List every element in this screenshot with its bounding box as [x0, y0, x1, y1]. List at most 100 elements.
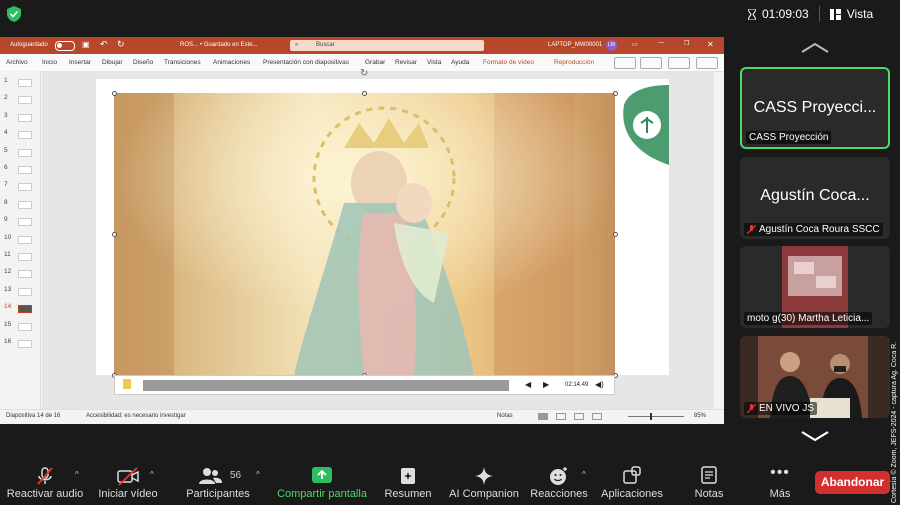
slide-thumbnail[interactable]: 10 [4, 234, 38, 246]
slide-thumbnail[interactable]: 4 [4, 129, 38, 141]
slide-number: 9 [4, 216, 8, 224]
powerpoint-title-bar: Autoguardado ▣ ↶ ↻ ROS... • Guardado en … [0, 37, 724, 54]
volume-icon[interactable]: ◀) [595, 380, 604, 389]
scroll-down-icon[interactable] [800, 430, 830, 442]
forward-icon[interactable]: ▶ [543, 380, 549, 389]
reading-view-icon[interactable] [574, 413, 584, 420]
participants-chevron-icon[interactable]: ^ [256, 470, 260, 479]
record-button[interactable] [640, 57, 662, 69]
resize-handle[interactable] [613, 232, 618, 237]
slide-thumbnail[interactable]: 5 [4, 147, 38, 159]
comments-button[interactable] [614, 57, 636, 69]
view-button[interactable]: Vista [847, 7, 873, 21]
summary-button[interactable]: Resumen [380, 462, 436, 505]
menu-inicio[interactable]: Inicio [42, 59, 57, 66]
participant-tile[interactable]: Agustín Coca... Agustín Coca Roura SSCC [740, 157, 890, 239]
menu-archivo[interactable]: Archivo [6, 59, 28, 66]
avatar[interactable]: LM [606, 40, 617, 51]
slide-thumbnail[interactable]: 9 [4, 216, 38, 228]
menu-dibujar[interactable]: Dibujar [102, 59, 123, 66]
close-icon[interactable]: ✕ [707, 40, 714, 49]
undo-icon[interactable]: ↶ [100, 39, 108, 50]
rotate-handle-icon[interactable]: ↻ [360, 68, 368, 79]
grid-view-icon[interactable] [829, 8, 841, 20]
sorter-view-icon[interactable] [556, 413, 566, 420]
zoom-slider[interactable] [628, 416, 684, 417]
resize-handle[interactable] [112, 91, 117, 96]
maximize-icon[interactable]: ❐ [684, 40, 689, 47]
start-video-button[interactable]: Iniciar vídeo [92, 462, 164, 505]
menu-transiciones[interactable]: Transiciones [164, 59, 201, 66]
participant-tile[interactable]: EN VIVO JS [740, 336, 890, 418]
meeting-timer: 01:09:03 [762, 7, 809, 21]
reactions-chevron-icon[interactable]: ^ [582, 470, 586, 479]
scroll-up-icon[interactable] [800, 42, 830, 54]
shield-icon[interactable] [7, 6, 21, 22]
slide-thumbnail[interactable]: 14 [4, 303, 38, 315]
video-options-chevron-icon[interactable]: ^ [150, 470, 154, 479]
slide-thumbnail[interactable]: 11 [4, 251, 38, 263]
slide-thumbnail[interactable]: 6 [4, 164, 38, 176]
resize-handle[interactable] [362, 91, 367, 96]
unmute-button[interactable]: Reactivar audio [4, 462, 86, 505]
normal-view-icon[interactable] [538, 413, 548, 420]
slide-thumbnail[interactable]: 15 [4, 321, 38, 333]
slide-thumbnail[interactable]: 2 [4, 94, 38, 106]
autosave-toggle[interactable] [55, 41, 75, 51]
slide-thumbnail[interactable]: 3 [4, 112, 38, 124]
hourglass-icon [748, 8, 756, 20]
ai-companion-button[interactable]: AI Companion [446, 462, 522, 505]
menu-grabar[interactable]: Grabar [365, 59, 385, 66]
slideshow-view-icon[interactable] [592, 413, 602, 420]
slide-thumbnail[interactable]: 12 [4, 268, 38, 280]
menu-animaciones[interactable]: Animaciones [213, 59, 250, 66]
menu-revisar[interactable]: Revisar [395, 59, 417, 66]
slide-number: 14 [4, 303, 12, 311]
ribbon-icon[interactable]: ▭ [632, 41, 638, 48]
minimize-icon[interactable]: — [658, 40, 664, 46]
share-screen-icon [312, 467, 332, 483]
slide-number: 4 [4, 129, 8, 137]
redo-icon[interactable]: ↻ [117, 39, 125, 50]
participant-tile[interactable]: moto g(30) Martha Leticia... [740, 246, 890, 328]
menu-reproduccion[interactable]: Reproducción [554, 59, 594, 66]
slide-thumbnail[interactable]: 8 [4, 199, 38, 211]
resize-handle[interactable] [613, 91, 618, 96]
menu-insertar[interactable]: Insertar [69, 59, 91, 66]
autosave-label: Autoguardado [10, 42, 48, 48]
zoom-thumb[interactable] [650, 413, 652, 420]
participants-button[interactable]: 56 Participantes [182, 462, 254, 505]
play-icon[interactable] [123, 379, 131, 389]
video-frame[interactable] [114, 93, 615, 375]
slide-thumbnail[interactable]: 13 [4, 286, 38, 298]
file-name[interactable]: ROS... [180, 42, 198, 48]
sparkle-icon [475, 467, 493, 485]
menu-ayuda[interactable]: Ayuda [451, 59, 469, 66]
apps-button[interactable]: Aplicaciones [598, 462, 666, 505]
save-icon[interactable]: ▣ [82, 40, 90, 49]
more-button[interactable]: ••• Más [760, 462, 800, 505]
menu-formato-video[interactable]: Formato de vídeo [483, 59, 534, 66]
share-button[interactable] [696, 57, 718, 69]
slide-thumbnail[interactable]: 7 [4, 181, 38, 193]
share-screen-button[interactable]: Compartir pantalla [274, 462, 370, 505]
audio-options-chevron-icon[interactable]: ^ [75, 470, 79, 479]
accessibility-status[interactable]: Accesibilidad: es necesario investigar [86, 413, 186, 419]
slide-thumbnail[interactable]: 1 [4, 77, 38, 89]
menu-vista[interactable]: Vista [427, 59, 441, 66]
resize-handle[interactable] [112, 232, 117, 237]
participant-tile[interactable]: CASS Proyecci... CASS Proyección [740, 67, 890, 149]
search-input[interactable]: ⌕ Buscar [290, 40, 484, 51]
menu-diseno[interactable]: Diseño [133, 59, 153, 66]
notes-button[interactable]: Notas [686, 462, 732, 505]
slide-counter: Diapositiva 14 de 16 [6, 413, 61, 419]
present-button[interactable] [668, 57, 690, 69]
menu-presentacion[interactable]: Presentación con diapositivas [263, 59, 349, 66]
leave-button[interactable]: Abandonar [815, 471, 890, 494]
reactions-button[interactable]: Reacciones [530, 462, 588, 505]
video-progress[interactable] [143, 380, 509, 391]
slide-thumbnail[interactable]: 16 [4, 338, 38, 350]
rewind-icon[interactable]: ◀ [525, 380, 531, 389]
notes-toggle[interactable]: Notas [497, 413, 513, 419]
slide-logo [623, 85, 669, 165]
